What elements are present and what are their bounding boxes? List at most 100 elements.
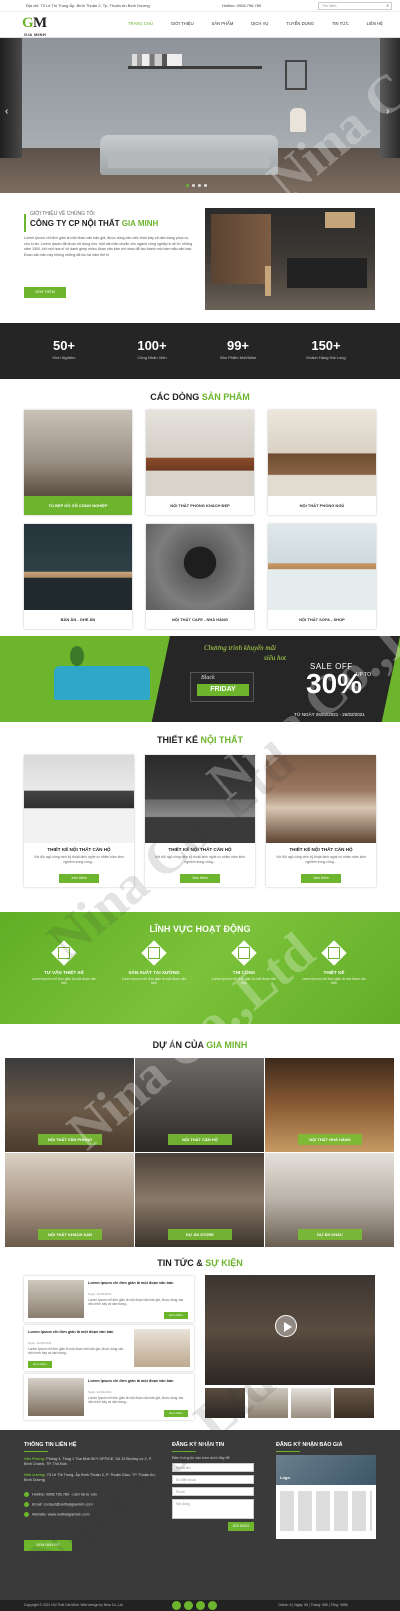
nav-item-contact[interactable]: LIÊN HỆ	[367, 21, 383, 26]
nav-item-news[interactable]: TIN TỨC	[332, 21, 349, 26]
banner-sofa	[54, 666, 150, 700]
slider-prev-icon[interactable]: ‹	[5, 106, 8, 117]
play-icon[interactable]	[275, 1315, 297, 1337]
design-card[interactable]: THIẾT KẾ NỘI THẤT CĂN HỘ Với đội ngũ côn…	[266, 755, 376, 887]
project-tile[interactable]: DỰ ÁN STORE	[135, 1153, 264, 1247]
slider-dot[interactable]	[198, 184, 201, 187]
facebook-widget[interactable]: Logo	[276, 1455, 376, 1539]
slider-next-icon[interactable]: ›	[386, 106, 389, 117]
project-tile[interactable]: NỘI THẤT KHÁCH SẠN	[5, 1153, 134, 1247]
nav-item-about[interactable]: GIỚI THIỆU	[171, 21, 194, 26]
project-tile[interactable]: NỘI THẤT CĂN HỘ	[135, 1058, 264, 1152]
promo-banner[interactable]: Chương trình khuyến mãi siêu hot Black F…	[0, 636, 400, 722]
kitchen-stool	[265, 266, 271, 296]
slider-dot[interactable]	[186, 184, 189, 187]
news-item[interactable]: Lorem Ipsum chỉ đơn giản là một đoạn văn…	[24, 1325, 194, 1371]
youtube-icon[interactable]	[184, 1601, 193, 1610]
name-input[interactable]: Họ và tên	[172, 1463, 254, 1472]
logo-mark-g: G	[22, 15, 34, 31]
news-title-text[interactable]: Lorem Ipsum chỉ đơn giản là một đoạn văn…	[88, 1379, 188, 1384]
project-label: DỰ ÁN STORE	[168, 1229, 232, 1240]
news-more-button[interactable]: Xem thêm	[164, 1312, 188, 1319]
friday-text: FRIDAY	[197, 684, 249, 696]
product-card[interactable]: NỘI THẤT PHÒNG NGỦ	[268, 410, 376, 515]
project-tile[interactable]: DỰ ÁN KHÁC	[265, 1153, 394, 1247]
slider-dot[interactable]	[192, 184, 195, 187]
email-icon	[24, 1502, 29, 1507]
design-more-button[interactable]: Xem thêm	[301, 874, 341, 883]
phone-icon	[24, 1492, 29, 1497]
submit-button[interactable]: GỬI NGAY	[228, 1522, 254, 1531]
project-tile[interactable]: NỘI THẤT VĂN PHÒNG	[5, 1058, 134, 1152]
kitchen-hood	[325, 212, 355, 228]
news-item[interactable]: Lorem Ipsum chỉ đơn giản là một đoạn văn…	[24, 1374, 194, 1420]
stat-value: 50+	[52, 338, 76, 353]
footer-email[interactable]: Email: contact@noithatgiaminh.com	[24, 1502, 159, 1508]
website-text: Website: www.noithatgiaminh.com	[32, 1512, 90, 1517]
project-tile[interactable]: NỘI THẤT NHÀ HÀNG	[265, 1058, 394, 1152]
sale-percent: 30%	[306, 668, 363, 699]
phone-input[interactable]: Số điện thoại	[172, 1475, 254, 1484]
project-label: NỘI THẤT CĂN HỘ	[168, 1134, 232, 1145]
projects-title-a: DỰ ÁN CỦA	[152, 1040, 207, 1050]
nav-item-products[interactable]: SẢN PHẨM	[211, 21, 233, 26]
about-accent-bar	[24, 214, 26, 232]
product-card[interactable]: NỘI THẤT PHÒNG KHÁCH ĐẸP	[146, 410, 254, 515]
hotline-text: Hotline: 0908.796.789 - Liên hệ tư vấn	[32, 1492, 97, 1497]
zalo-icon[interactable]	[208, 1601, 217, 1610]
stat-label: Kinh Nghiệm	[52, 355, 76, 360]
news-title-text[interactable]: Lorem Ipsum chỉ đơn giản là một đoạn văn…	[88, 1281, 188, 1286]
field-item[interactable]: THI CÔNG Lorem Ipsum chỉ đơn giản là một…	[204, 940, 284, 986]
stat-experience: 50+ Kinh Nghiệm	[24, 338, 104, 360]
logo-mark-m: M	[33, 15, 48, 31]
field-item[interactable]: TƯ VẤN THIẾT KẾ Lorem Ipsum chỉ đơn giản…	[24, 940, 104, 986]
design-more-button[interactable]: Xem thêm	[180, 874, 220, 883]
search-input[interactable]: Tìm kiếm ⌕	[318, 2, 392, 10]
product-image	[24, 410, 132, 496]
footer-website[interactable]: Website: www.noithatgiaminh.com	[24, 1512, 159, 1518]
news-item[interactable]: Lorem Ipsum chỉ đơn giản là một đoạn văn…	[24, 1276, 194, 1322]
product-card[interactable]: TỦ BẾP GỖ GÕ CÔNG NGHIỆP	[24, 410, 132, 515]
video-thumbnail[interactable]	[334, 1388, 374, 1418]
footer-office: Văn Phòng: Phòng 4, Tầng 1 Tòa Nhà SKY O…	[24, 1457, 159, 1467]
hotline-text: Hotline: 0908.796.789	[222, 3, 262, 8]
video-thumbnail[interactable]	[291, 1388, 331, 1418]
product-card[interactable]: NỘI THẤT CAFE - NHÀ HÀNG	[146, 524, 254, 629]
project-label: DỰ ÁN KHÁC	[298, 1229, 362, 1240]
field-item[interactable]: SẢN XUẤT TẠI XƯỞNG Lorem Ipsum chỉ đơn g…	[114, 940, 194, 986]
nav-item-home[interactable]: TRANG CHỦ	[128, 21, 153, 26]
social-icons	[172, 1601, 217, 1610]
hero-slider[interactable]: ‹ ›	[0, 38, 400, 193]
facebook-icon[interactable]	[172, 1601, 181, 1610]
news-title-text[interactable]: Lorem Ipsum chỉ đơn giản là một đoạn văn…	[28, 1330, 128, 1335]
product-caption: TỦ BẾP GỖ GÕ CÔNG NGHIỆP	[24, 496, 132, 515]
design-card[interactable]: THIẾT KẾ NỘI THẤT CĂN HỘ Với đội ngũ côn…	[145, 755, 255, 887]
about-title: CÔNG TY CP NỘI THẤT GIA MINH	[30, 219, 158, 228]
logo[interactable]: G M GIA MINH	[22, 15, 62, 37]
news-more-button[interactable]: Xem thêm	[164, 1410, 188, 1417]
field-item[interactable]: THIẾT KẾ Lorem Ipsum chỉ đơn giản là một…	[294, 940, 374, 986]
stat-value: 99+	[226, 338, 250, 353]
nav-item-services[interactable]: DỊCH VỤ	[251, 21, 268, 26]
slider-dot[interactable]	[204, 184, 207, 187]
nav-item-recruitment[interactable]: TUYỂN DỤNG	[286, 21, 314, 26]
view-map-button[interactable]: XEM BẢN ĐỒ	[24, 1540, 72, 1551]
video-thumbnail[interactable]	[248, 1388, 288, 1418]
search-icon[interactable]: ⌕	[386, 3, 389, 9]
news-more-button[interactable]: Xem thêm	[28, 1361, 52, 1368]
product-image	[24, 524, 132, 610]
product-card[interactable]: NỘI THẤT SOFA - SHOP	[268, 524, 376, 629]
content-textarea[interactable]: Nội dung	[172, 1499, 254, 1519]
about-more-button[interactable]: XEM THÊM	[24, 287, 66, 298]
email-input[interactable]: Email	[172, 1487, 254, 1496]
twitter-icon[interactable]	[196, 1601, 205, 1610]
design-more-button[interactable]: Xem thêm	[59, 874, 99, 883]
news-video[interactable]	[205, 1275, 375, 1385]
design-card[interactable]: THIẾT KẾ NỘI THẤT CĂN HỘ Với đội ngũ côn…	[24, 755, 134, 887]
news-image	[134, 1329, 190, 1367]
news-desc: Lorem Ipsum chỉ đơn giản là một đoạn văn…	[28, 1347, 124, 1356]
footer-factory: Nhà xưởng: 73 Lê Thị Trung, Ấp Bình Thuậ…	[24, 1473, 159, 1483]
hero-shelf	[128, 66, 262, 69]
video-thumbnail[interactable]	[205, 1388, 245, 1418]
product-card[interactable]: BÀN ĂN - GHẾ ĂN	[24, 524, 132, 629]
